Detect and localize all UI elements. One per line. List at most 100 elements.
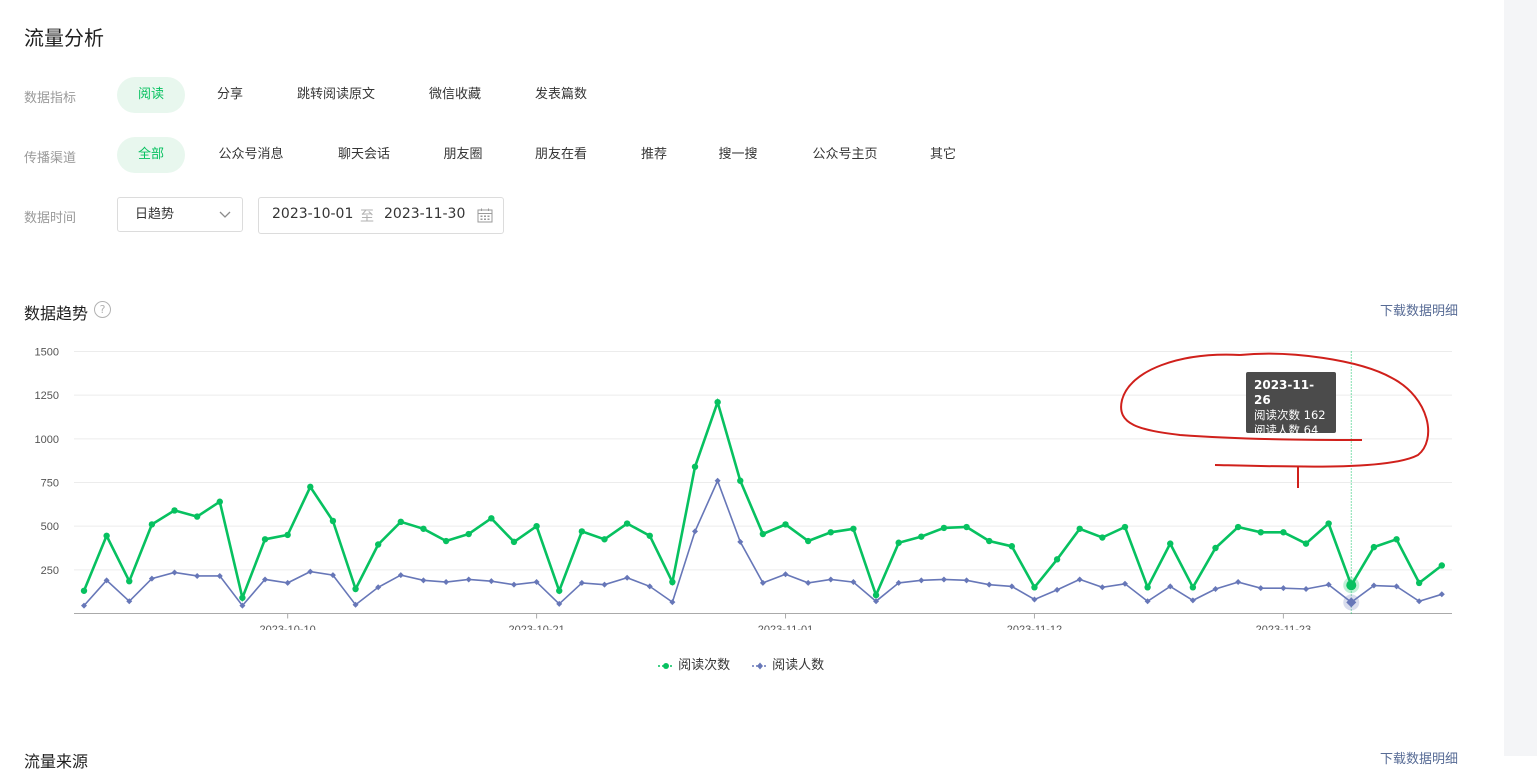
data-point: [488, 578, 495, 585]
channel-option-all[interactable]: 全部: [117, 137, 185, 173]
data-point: [601, 581, 608, 588]
metric-option-read[interactable]: 阅读: [117, 77, 185, 113]
data-point: [1076, 525, 1083, 532]
data-point: [284, 531, 291, 539]
data-point: [1235, 579, 1242, 586]
data-point: [623, 520, 631, 527]
data-point: [940, 576, 947, 583]
tooltip-readers: 阅读人数 64: [1254, 423, 1319, 437]
legend-item-reads[interactable]: 阅读次数: [658, 654, 730, 673]
data-point: [194, 572, 201, 579]
chart-series[interactable]: [80, 397, 1446, 611]
x-tick-label: 2023-10-10: [260, 624, 316, 630]
data-point: [1053, 556, 1061, 563]
data-point: [397, 518, 405, 525]
trend-section-title: 数据趋势: [24, 304, 89, 323]
channel-option-search[interactable]: 搜一搜: [707, 137, 769, 173]
data-point: [578, 528, 586, 535]
metric-option-wechat-favorite[interactable]: 微信收藏: [415, 77, 495, 113]
data-point: [669, 578, 676, 586]
data-point: [782, 521, 789, 528]
tooltip-date: 2023-11-26: [1254, 378, 1315, 407]
channel-option-other[interactable]: 其它: [919, 137, 967, 173]
data-point: [1099, 534, 1106, 541]
legend-readers-icon: [752, 662, 768, 669]
date-end[interactable]: 2023-11-30: [384, 206, 465, 222]
data-point: [1438, 562, 1446, 569]
data-point: [556, 587, 563, 594]
data-point: [1415, 579, 1423, 587]
data-point: [692, 528, 699, 535]
y-tick-label: 250: [41, 565, 59, 577]
legend-item-readers[interactable]: 阅读人数: [752, 654, 824, 673]
series-line: [82, 397, 1443, 603]
channel-filter-label: 传播渠道: [24, 151, 77, 166]
data-point: [940, 524, 948, 532]
channel-option-recommend[interactable]: 推荐: [630, 137, 678, 173]
data-point: [737, 538, 744, 545]
legend-reads-icon: [658, 662, 674, 669]
y-tick-label: 750: [41, 478, 59, 490]
data-point: [465, 576, 472, 583]
data-point: [420, 525, 427, 532]
series-readers: [81, 477, 1445, 611]
data-point: [601, 536, 608, 543]
data-point: [1257, 529, 1264, 536]
data-point: [1325, 520, 1332, 527]
data-point: [352, 585, 359, 593]
y-tick-label: 1500: [35, 347, 59, 359]
x-tick-label: 2023-11-23: [1256, 624, 1311, 630]
data-point: [171, 507, 178, 514]
download-source-link[interactable]: 下载数据明细: [1380, 748, 1458, 767]
data-point: [80, 587, 88, 594]
data-point: [1280, 529, 1287, 536]
data-point: [805, 579, 812, 586]
data-point: [1280, 585, 1287, 592]
data-point: [261, 536, 269, 543]
data-point: [420, 577, 427, 584]
data-point: [374, 541, 382, 548]
chart-tooltip: 2023-11-26 阅读次数 162 阅读人数 64: [1246, 372, 1336, 437]
data-point: [624, 574, 631, 581]
data-point: [646, 532, 653, 539]
channel-option-account-message[interactable]: 公众号消息: [205, 137, 297, 173]
data-point: [1302, 540, 1310, 547]
data-point: [1054, 586, 1061, 593]
calendar-icon[interactable]: [477, 208, 493, 223]
data-point: [1234, 523, 1242, 531]
data-point: [850, 525, 857, 532]
data-point: [329, 517, 337, 525]
data-point: [510, 538, 518, 546]
data-point: [872, 591, 880, 599]
metric-option-read-original[interactable]: 跳转阅读原文: [284, 77, 388, 113]
channel-option-chat[interactable]: 聊天会话: [326, 137, 402, 173]
data-point: [103, 532, 110, 539]
channel-option-moments[interactable]: 朋友圈: [432, 137, 494, 173]
granularity-select[interactable]: 日趋势: [117, 197, 243, 232]
x-tick-label: 2023-11-12: [1007, 624, 1062, 630]
data-point: [759, 579, 766, 586]
metric-option-post-count[interactable]: 发表篇数: [521, 77, 601, 113]
time-filter-label: 数据时间: [24, 211, 77, 226]
date-start[interactable]: 2023-10-01: [272, 206, 353, 222]
data-point: [488, 515, 495, 522]
metric-option-share[interactable]: 分享: [200, 77, 260, 113]
legend-readers-label: 阅读人数: [772, 658, 825, 673]
data-point: [1167, 540, 1174, 547]
channel-option-account-home[interactable]: 公众号主页: [799, 137, 891, 173]
tooltip-reads: 阅读次数 162: [1254, 408, 1326, 422]
help-icon[interactable]: ?: [94, 301, 111, 318]
data-point: [1121, 523, 1129, 531]
y-tick-label: 1250: [35, 390, 59, 402]
data-point: [918, 577, 925, 584]
data-point: [1212, 544, 1219, 552]
data-point: [827, 576, 834, 583]
data-point: [442, 537, 450, 545]
data-point: [510, 581, 517, 588]
channel-option-friends-watching[interactable]: 朋友在看: [523, 137, 599, 173]
data-point: [1008, 543, 1016, 550]
data-point: [1031, 584, 1038, 591]
date-range-picker[interactable]: 2023-10-01 至 2023-11-30: [258, 197, 504, 234]
download-trend-link[interactable]: 下载数据明细: [1380, 300, 1458, 319]
data-point: [533, 522, 540, 530]
